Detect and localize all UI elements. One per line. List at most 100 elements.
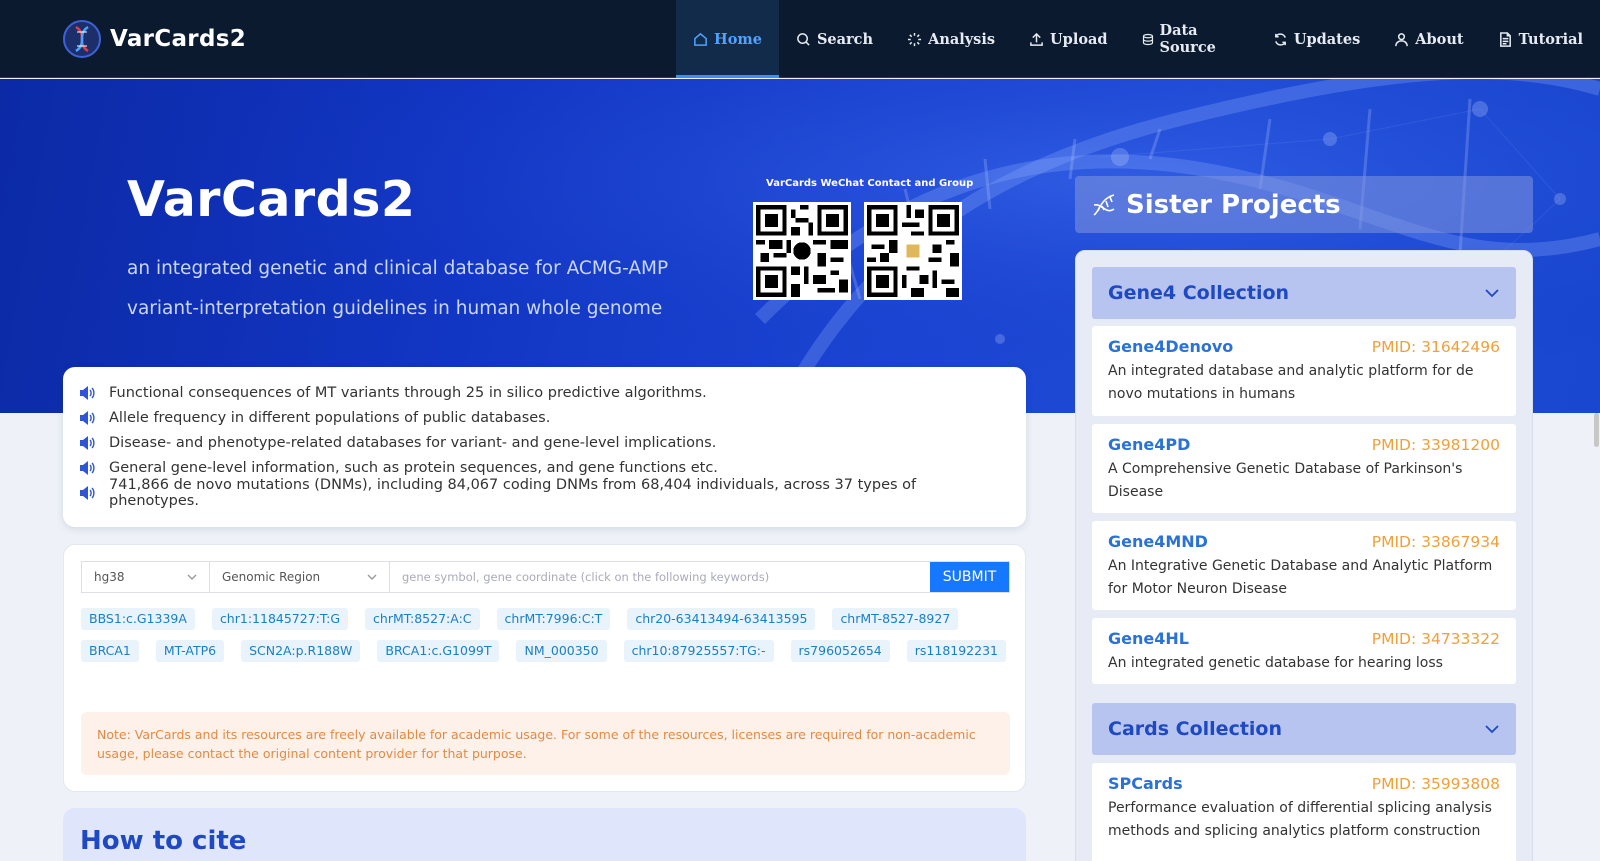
sister-projects-panel: Gene4 Collection Gene4Denovo PMID: 31642…: [1075, 250, 1533, 861]
chevron-down-icon: [187, 574, 197, 580]
group-header-gene4[interactable]: Gene4 Collection: [1092, 267, 1516, 319]
upload-icon: [1030, 32, 1043, 46]
project-description: An integrated genetic database for heari…: [1108, 655, 1443, 671]
main-nav: Home Search Analysis Upload Data Source …: [676, 0, 1600, 78]
wechat-contact-qr-code: [753, 202, 851, 300]
how-to-cite-section: How to cite: [63, 808, 1026, 861]
group-title: Gene4 Collection: [1108, 282, 1290, 304]
brand-name: VarCards2: [110, 26, 247, 52]
search-bar: hg38 Genomic Region SUBMIT: [81, 561, 1010, 593]
feature-text: Functional consequences of MT variants t…: [109, 385, 707, 402]
project-pmid: PMID: 34733322: [1371, 629, 1500, 648]
chevron-down-icon: [367, 574, 377, 580]
nav-analysis-label: Analysis: [928, 30, 996, 48]
project-link[interactable]: Gene4PD: [1108, 435, 1190, 454]
search-mode-select[interactable]: Genomic Region: [210, 562, 390, 592]
feature-item: Functional consequences of MT variants t…: [79, 381, 1010, 406]
feature-text: Allele frequency in different population…: [109, 410, 551, 427]
project-description: An integrated database and analytic plat…: [1108, 363, 1474, 402]
keyword-tag[interactable]: chr20-63413494-63413595: [627, 608, 816, 630]
keyword-tag[interactable]: SCN2A:p.R188W: [241, 640, 361, 662]
nav-data-source-label: Data Source: [1159, 22, 1216, 56]
feature-text: Disease- and phenotype-related databases…: [109, 434, 717, 451]
project-card: Gene4Denovo PMID: 31642496 An integrated…: [1092, 326, 1516, 416]
feature-item: 741,866 de novo mutations (DNMs), includ…: [79, 477, 1010, 509]
home-icon: [694, 32, 707, 46]
keyword-tag[interactable]: NM_000350: [516, 640, 607, 662]
keyword-tag[interactable]: rs796052654: [790, 640, 890, 662]
feature-item: Allele frequency in different population…: [79, 406, 1010, 431]
nav-data-source[interactable]: Data Source: [1125, 0, 1256, 78]
speaker-icon: [80, 386, 95, 401]
keyword-tag[interactable]: rs118192231: [906, 640, 1006, 662]
nav-tutorial[interactable]: Tutorial: [1481, 0, 1600, 78]
wechat-group-qr-code: [864, 202, 962, 300]
loader-icon: [908, 32, 922, 46]
qr-caption: VarCards WeChat Contact and Group: [766, 178, 974, 189]
nav-about[interactable]: About: [1377, 0, 1480, 78]
keyword-tag[interactable]: BRCA1:c.G1099T: [377, 640, 500, 662]
nav-upload[interactable]: Upload: [1012, 0, 1125, 78]
genome-build-value: hg38: [94, 570, 125, 584]
project-link[interactable]: Gene4MND: [1108, 532, 1208, 551]
project-card: Gene4MND PMID: 33867934 An Integrative G…: [1092, 521, 1516, 610]
keyword-tag[interactable]: chrMT-8527-8927: [832, 608, 959, 630]
file-icon: [1499, 31, 1511, 47]
project-pmid: PMID: 31642496: [1371, 337, 1500, 356]
project-pmid: PMID: 33867934: [1371, 532, 1500, 551]
nav-home-label: Home: [714, 30, 762, 48]
user-icon: [1395, 32, 1409, 46]
speaker-icon: [80, 435, 95, 450]
project-pmid: PMID: 33981200: [1371, 435, 1500, 454]
keyword-tag[interactable]: BBS1:c.G1339A: [81, 608, 195, 630]
sister-projects-header: Sister Projects: [1075, 176, 1533, 233]
nav-analysis[interactable]: Analysis: [890, 0, 1012, 78]
keyword-tag[interactable]: MT-ATP6: [155, 640, 225, 662]
keyword-tag[interactable]: chrMT:8527:A:C: [365, 608, 480, 630]
group-header-cards[interactable]: Cards Collection: [1092, 703, 1516, 755]
search-input[interactable]: [390, 562, 930, 592]
submit-button[interactable]: SUBMIT: [930, 562, 1009, 592]
top-navbar: VarCards2 Home Search Analysis Upload Da…: [0, 0, 1600, 78]
cite-title: How to cite: [80, 826, 247, 856]
genome-build-select[interactable]: hg38: [82, 562, 210, 592]
nav-about-label: About: [1415, 30, 1464, 48]
keyword-tag[interactable]: BRCA1: [81, 640, 139, 662]
keyword-tag[interactable]: chr1:11845727:T:G: [211, 608, 349, 630]
dna-logo-icon: [63, 20, 101, 58]
search-card: hg38 Genomic Region SUBMIT BBS1:c.G1339A…: [63, 544, 1026, 792]
brand[interactable]: VarCards2: [62, 19, 246, 59]
speaker-icon: [80, 485, 95, 500]
nav-upload-label: Upload: [1050, 30, 1108, 48]
usage-note: Note: VarCards and its resources are fre…: [81, 712, 1010, 775]
sister-projects-title: Sister Projects: [1126, 189, 1341, 220]
nav-search[interactable]: Search: [779, 0, 890, 78]
project-link[interactable]: Gene4HL: [1108, 629, 1189, 648]
feature-text: General gene-level information, such as …: [109, 459, 718, 476]
project-link[interactable]: SPCards: [1108, 774, 1183, 793]
speaker-icon: [80, 460, 95, 475]
chevron-down-icon: [1485, 289, 1499, 298]
project-link[interactable]: Gene4Denovo: [1108, 337, 1233, 356]
project-description: A Comprehensive Genetic Database of Park…: [1108, 461, 1463, 500]
nav-search-label: Search: [816, 30, 874, 48]
nav-updates[interactable]: Updates: [1256, 0, 1377, 78]
refresh-icon: [1274, 32, 1286, 46]
group-title: Cards Collection: [1108, 718, 1283, 740]
database-icon: [1142, 33, 1153, 45]
nav-home[interactable]: Home: [676, 0, 779, 78]
feature-item: Disease- and phenotype-related databases…: [79, 431, 1010, 456]
project-description: Performance evaluation of differential s…: [1108, 800, 1492, 839]
speaker-icon: [80, 411, 95, 426]
keyword-tag[interactable]: chr10:87925557:TG:-: [623, 640, 774, 662]
feature-text: 741,866 de novo mutations (DNMs), includ…: [109, 476, 917, 509]
hero-subtitle: an integrated genetic and clinical datab…: [127, 258, 669, 319]
project-description: An Integrative Genetic Database and Anal…: [1108, 558, 1493, 597]
nav-updates-label: Updates: [1293, 30, 1361, 48]
project-card: SPCards PMID: 35993808 Performance evalu…: [1092, 763, 1516, 861]
keyword-tag[interactable]: chrMT:7996:C:T: [496, 608, 611, 630]
search-icon: [797, 32, 810, 46]
nav-tutorial-label: Tutorial: [1518, 30, 1583, 48]
page-scrollbar[interactable]: [1594, 413, 1599, 447]
hero-title: VarCards2: [127, 171, 416, 228]
